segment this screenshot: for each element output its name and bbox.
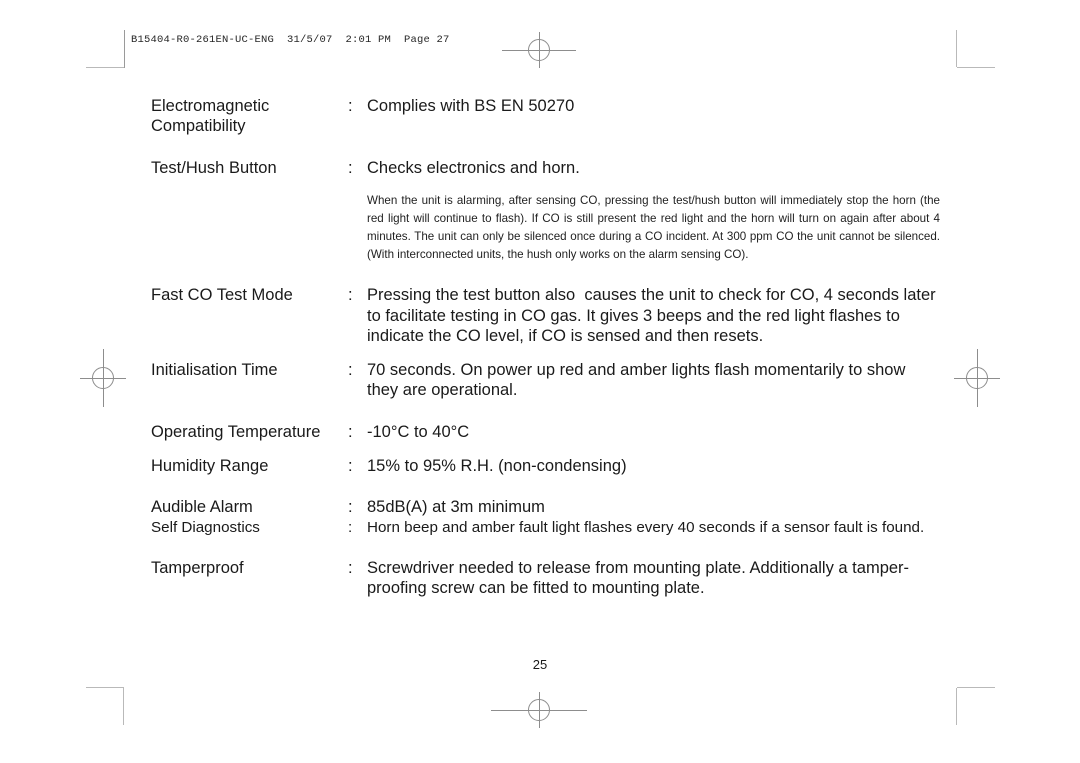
table-row: Electromagnetic Compatibility : Complies… (151, 96, 941, 137)
document-page: B15404-R0-261EN-UC-ENG 31/5/07 2:01 PM P… (0, 0, 1080, 763)
spec-label: Operating Temperature (151, 422, 321, 441)
row-spacer (151, 442, 941, 456)
crop-mark-top-left-horizontal (86, 67, 124, 68)
spec-value: Pressing the test button also causes the… (367, 286, 941, 345)
spec-label: Audible Alarm (151, 498, 253, 517)
spec-value: Horn beep and amber fault light flashes … (367, 518, 925, 536)
crop-mark-bottom-right-vertical (956, 688, 957, 725)
slug-rule (124, 30, 125, 68)
spec-value: 85dB(A) at 3m minimum (367, 498, 545, 517)
spec-colon: : (348, 498, 353, 517)
table-row: Tamperproof : Screwdriver needed to rele… (151, 558, 941, 599)
file-slug-text: B15404-R0-261EN-UC-ENG 31/5/07 2:01 PM P… (131, 34, 450, 46)
spec-colon: : (348, 422, 353, 441)
spec-label: Initialisation Time (151, 361, 278, 380)
spec-label: Electromagnetic Compatibility (151, 97, 270, 136)
spec-value: Screwdriver needed to release from mount… (367, 558, 910, 597)
table-row: Self Diagnostics : Horn beep and amber f… (151, 518, 941, 537)
spec-colon: : (348, 97, 353, 115)
row-spacer (151, 346, 941, 360)
spec-value: 70 seconds. On power up red and amber li… (367, 361, 910, 400)
spec-label: Test/Hush Button (151, 158, 277, 177)
spec-value: -10°C to 40°C (367, 422, 470, 441)
table-row: Test/Hush Button : Checks electronics an… (151, 158, 941, 178)
specifications-table: Electromagnetic Compatibility : Complies… (151, 96, 941, 598)
spec-colon: : (348, 457, 353, 476)
spec-value: Complies with BS EN 50270 (367, 97, 575, 115)
crop-mark-bottom-left-horizontal (86, 687, 124, 688)
table-row: Initialisation Time : 70 seconds. On pow… (151, 360, 941, 401)
row-spacer (151, 137, 941, 158)
spec-value: 15% to 95% R.H. (non-condensing) (367, 457, 627, 476)
row-spacer (151, 476, 941, 497)
crop-mark-top-right-vertical (956, 30, 957, 67)
page-number: 25 (532, 657, 548, 672)
crop-mark-bottom-left-vertical (123, 688, 124, 725)
row-spacer (151, 401, 941, 422)
table-row: Operating Temperature : -10°C to 40°C (151, 422, 941, 442)
table-row: Audible Alarm : 85dB(A) at 3m minimum (151, 497, 941, 517)
spec-colon: : (348, 518, 353, 536)
spec-colon: : (348, 158, 353, 177)
spec-colon: : (348, 361, 353, 380)
row-spacer (151, 264, 941, 285)
spec-colon: : (348, 558, 353, 577)
spec-label: Humidity Range (151, 457, 269, 476)
row-spacer (151, 537, 941, 558)
crop-mark-bottom-right-horizontal (957, 687, 995, 688)
crop-mark-top-right-horizontal (957, 67, 995, 68)
spec-label: Tamperproof (151, 558, 244, 577)
spec-label: Self Diagnostics (151, 518, 260, 536)
spec-value: Checks electronics and horn. (367, 158, 580, 177)
table-row: Humidity Range : 15% to 95% R.H. (non-co… (151, 456, 941, 476)
hush-note-paragraph: When the unit is alarming, after sensing… (367, 193, 947, 262)
table-row: Fast CO Test Mode : Pressing the test bu… (151, 285, 941, 346)
spec-colon: : (348, 286, 353, 305)
spec-label: Fast CO Test Mode (151, 286, 293, 305)
